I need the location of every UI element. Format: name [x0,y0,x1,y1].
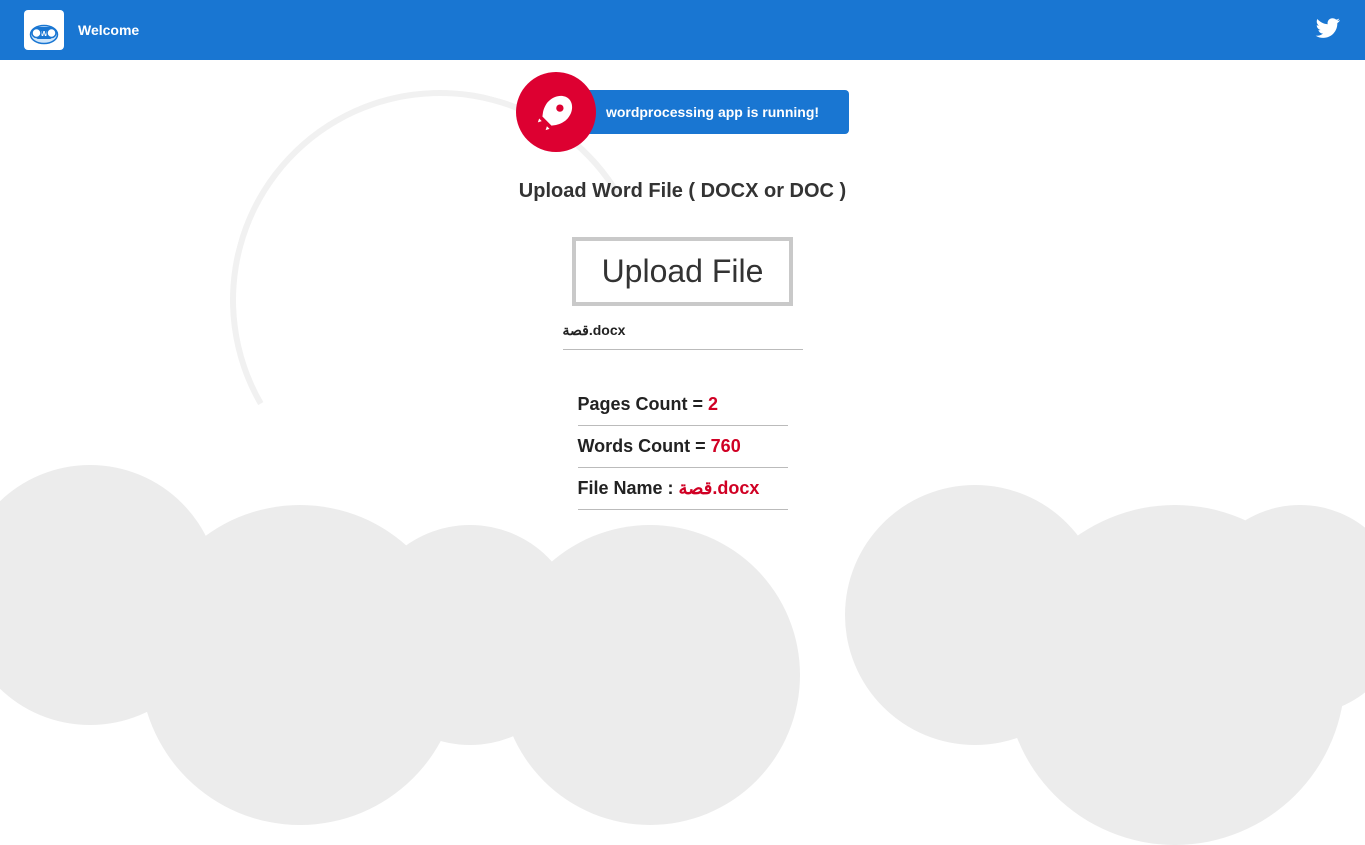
pages-count-row: Pages Count = 2 [578,384,788,426]
top-header: W Welcome [0,0,1365,60]
file-name-row: File Name : قصة.docx [578,468,788,510]
upload-button-label: Upload File [602,253,764,290]
selected-filename: قصة.docx [563,322,803,350]
file-name-label: File Name : [578,478,679,498]
pages-count-label: Pages Count = [578,394,709,414]
status-banner: wordprocessing app is running! [556,90,849,134]
file-stats: Pages Count = 2 Words Count = 760 File N… [578,384,788,510]
pages-count-value: 2 [708,394,718,414]
app-logo: W [24,10,64,50]
upload-file-button[interactable]: Upload File [572,237,794,306]
rocket-icon [516,72,596,152]
header-title: Welcome [78,22,139,38]
words-count-value: 760 [711,436,741,456]
words-count-label: Words Count = [578,436,711,456]
section-title: Upload Word File ( DOCX or DOC ) [519,180,846,203]
twitter-icon[interactable] [1315,15,1341,46]
words-count-row: Words Count = 760 [578,426,788,468]
file-name-value: قصة.docx [679,478,760,498]
